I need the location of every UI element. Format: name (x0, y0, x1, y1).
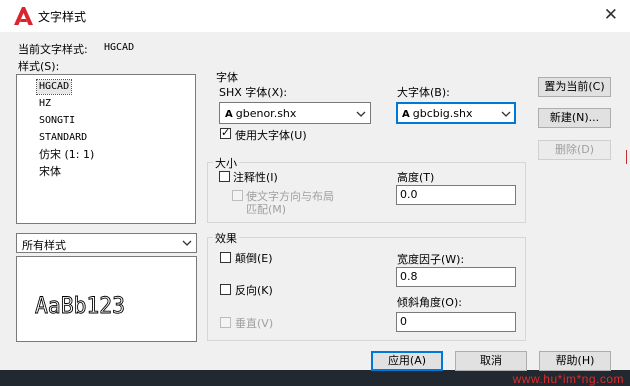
svg-text:AaBb123: AaBb123 (35, 294, 125, 319)
edge-marker (626, 150, 630, 164)
oblique-angle-input[interactable]: 0 (396, 312, 516, 332)
chevron-down-icon (356, 110, 366, 118)
big-font-value: gbcbig.shx (412, 107, 473, 120)
list-item[interactable]: 宋体 (39, 165, 61, 179)
style-filter-dropdown[interactable]: 所有样式 (16, 233, 197, 253)
big-font-label: 大字体(B): (397, 86, 450, 99)
current-style-value: HGCAD (104, 42, 135, 53)
chevron-down-icon (501, 110, 511, 118)
cancel-button[interactable]: 取消 (455, 351, 527, 371)
match-orientation-label-line2: 匹配(M) (246, 203, 287, 216)
window-title: 文字样式 (38, 10, 87, 24)
shx-font-label: SHX 字体(X): (219, 86, 288, 99)
backwards-checkbox[interactable] (220, 284, 231, 295)
match-orientation-checkbox[interactable] (232, 190, 243, 201)
help-button[interactable]: 帮助(H) (539, 351, 611, 371)
autocad-logo-icon (12, 5, 34, 27)
list-item[interactable]: HZ (39, 97, 51, 111)
vertical-label: 垂直(V) (235, 317, 274, 330)
set-current-button[interactable]: 置为当前(C) (538, 77, 611, 97)
annotative-label: 注释性(I) (233, 171, 278, 184)
checkmark-icon: ✓ (221, 126, 231, 139)
styles-label: 样式(S): (18, 60, 60, 73)
watermark-text: www.hu*im*ng.com (512, 372, 624, 386)
current-style-label: 当前文字样式: (18, 43, 88, 56)
shx-font-icon: A (225, 108, 233, 120)
style-filter-value: 所有样式 (22, 239, 66, 252)
annotative-checkbox[interactable] (219, 171, 230, 182)
width-factor-label: 宽度因子(W): (397, 253, 465, 266)
shx-font-dropdown[interactable]: Agbenor.shx (219, 102, 371, 124)
title-bar: 文字样式 ✕ (0, 0, 630, 32)
height-input[interactable]: 0.0 (396, 185, 516, 205)
list-item[interactable]: STANDARD (39, 131, 87, 145)
font-group-title: 字体 (214, 69, 240, 85)
big-font-icon: A (402, 108, 410, 120)
chevron-down-icon (182, 239, 192, 247)
apply-button[interactable]: 应用(A) (371, 351, 443, 371)
preview-text: AaBb123 (35, 294, 126, 320)
close-icon[interactable]: ✕ (604, 5, 618, 25)
text-style-dialog: 文字样式 ✕ 当前文字样式: HGCAD 样式(S): HGCAD HZ SON… (0, 0, 630, 371)
backwards-label: 反向(K) (235, 284, 273, 297)
height-label: 高度(T) (397, 171, 435, 184)
list-item[interactable]: 仿宋 (1: 1) (39, 148, 94, 162)
effects-group-title: 效果 (213, 230, 239, 246)
delete-style-button[interactable]: 删除(D) (538, 140, 611, 160)
upside-down-label: 颠倒(E) (235, 252, 273, 265)
use-big-font-checkbox[interactable]: ✓ (220, 126, 231, 139)
vertical-checkbox[interactable] (220, 317, 231, 328)
list-item[interactable]: HGCAD (35, 79, 73, 95)
width-factor-input[interactable]: 0.8 (396, 267, 516, 287)
use-big-font-label: 使用大字体(U) (235, 129, 307, 142)
styles-list[interactable]: HGCAD HZ SONGTI STANDARD 仿宋 (1: 1) 宋体 (16, 74, 196, 224)
list-item[interactable]: SONGTI (39, 114, 75, 128)
oblique-angle-label: 倾斜角度(O): (397, 296, 462, 309)
preview-box: AaBb123 (16, 256, 197, 342)
big-font-dropdown[interactable]: Agbcbig.shx (396, 102, 516, 124)
shx-font-value: gbenor.shx (235, 107, 297, 120)
new-style-button[interactable]: 新建(N)... (538, 108, 611, 128)
upside-down-checkbox[interactable] (220, 252, 231, 263)
